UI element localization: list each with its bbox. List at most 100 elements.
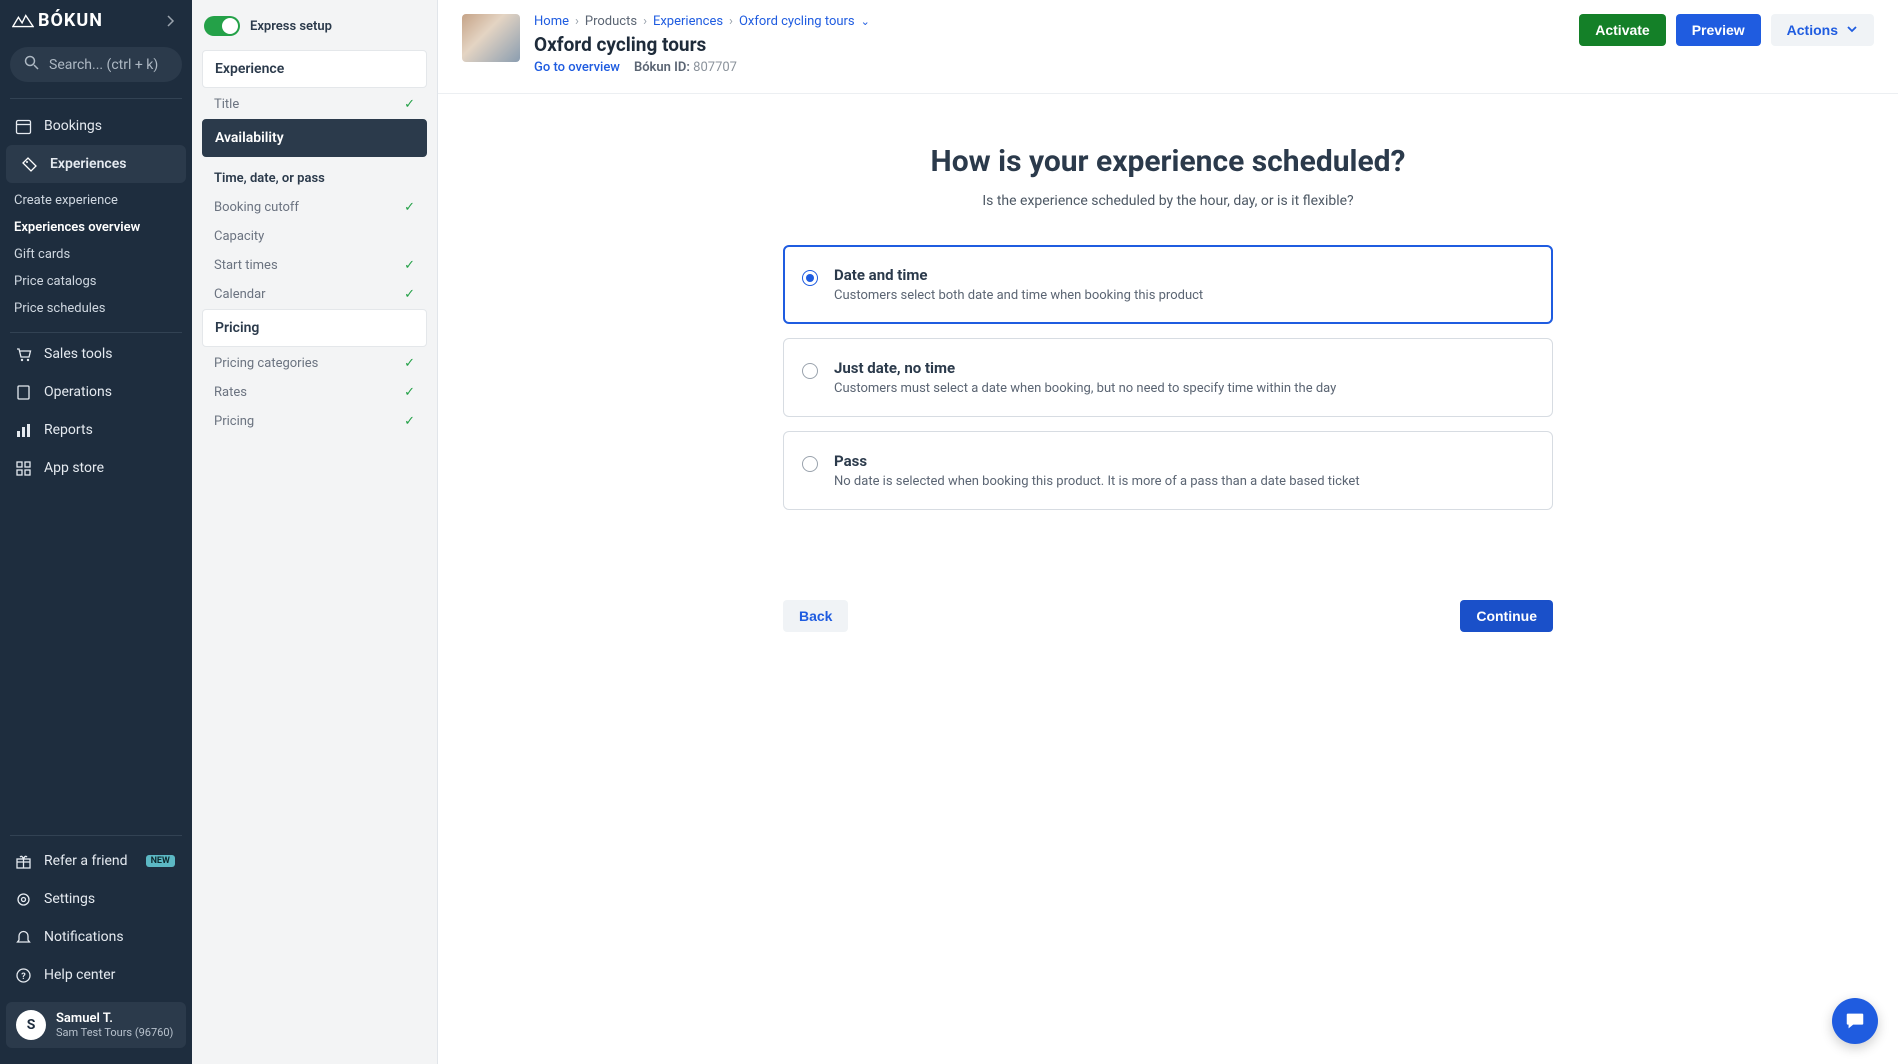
tag-icon [20, 155, 38, 173]
activate-button[interactable]: Activate [1579, 14, 1665, 46]
sidebar-item-app-store[interactable]: App store [0, 449, 192, 487]
actions-button[interactable]: Actions [1771, 14, 1874, 46]
main: Home › Products › Experiences › Oxford c… [438, 0, 1898, 1064]
sidebar-sub-experiences-overview[interactable]: Experiences overview [14, 214, 192, 241]
help-icon: ? [14, 966, 32, 984]
sidebar-item-label: Help center [44, 967, 115, 983]
user-menu[interactable]: S Samuel T. Sam Test Tours (96760) [6, 1002, 186, 1048]
breadcrumb: Home › Products › Experiences › Oxford c… [534, 14, 1565, 29]
setup-group-availability[interactable]: Availability [202, 119, 427, 157]
preview-button[interactable]: Preview [1676, 14, 1761, 46]
radio-icon [802, 456, 818, 472]
option-just-date[interactable]: Just date, no time Customers must select… [783, 338, 1553, 417]
chat-bubble[interactable] [1832, 998, 1878, 1044]
avatar: S [16, 1010, 46, 1040]
setup-item-time-date-pass[interactable]: Time, date, or pass [202, 159, 427, 193]
chevron-down-icon [1846, 22, 1858, 38]
grid-icon [14, 459, 32, 477]
gift-icon [14, 852, 32, 870]
actions-button-label: Actions [1787, 22, 1838, 38]
option-pass[interactable]: Pass No date is selected when booking th… [783, 431, 1553, 510]
setup-item-pricing[interactable]: Pricing ✓ [202, 407, 427, 436]
continue-button[interactable]: Continue [1460, 600, 1553, 632]
breadcrumb-home[interactable]: Home [534, 14, 569, 29]
option-title: Pass [834, 452, 1360, 470]
check-icon: ✓ [404, 97, 415, 112]
check-icon: ✓ [404, 287, 415, 302]
setup-group-pricing[interactable]: Pricing [202, 309, 427, 347]
radio-icon [802, 363, 818, 379]
check-icon: ✓ [404, 200, 415, 215]
sidebar-item-notifications[interactable]: Notifications [0, 918, 192, 956]
sidebar-item-label: Refer a friend [44, 853, 128, 869]
setup-group-experience[interactable]: Experience [202, 50, 427, 88]
check-icon: ✓ [404, 258, 415, 273]
setup-item-title[interactable]: Title ✓ [202, 90, 427, 119]
sidebar-item-label: Operations [44, 384, 112, 400]
sidebar-item-refer[interactable]: Refer a friend NEW [0, 842, 192, 880]
setup-item-start-times[interactable]: Start times ✓ [202, 251, 427, 280]
user-name: Samuel T. [56, 1011, 173, 1026]
setup-panel: Express setup Experience Title ✓ Availab… [192, 0, 438, 1064]
radio-icon [802, 270, 818, 286]
check-icon: ✓ [404, 356, 415, 371]
back-button[interactable]: Back [783, 600, 848, 632]
overview-link[interactable]: Go to overview [534, 60, 620, 75]
option-desc: Customers select both date and time when… [834, 288, 1203, 303]
sidebar-item-label: Notifications [44, 929, 124, 945]
sidebar-item-label: Settings [44, 891, 95, 907]
breadcrumb-products: Products [585, 14, 637, 29]
option-title: Date and time [834, 266, 1203, 284]
badge-new: NEW [146, 855, 175, 867]
breadcrumb-current[interactable]: Oxford cycling tours [739, 14, 855, 29]
option-desc: Customers must select a date when bookin… [834, 381, 1336, 396]
sidebar-sub-price-schedules[interactable]: Price schedules [14, 295, 192, 322]
express-setup-label: Express setup [250, 19, 332, 34]
sidebar-sub-gift-cards[interactable]: Gift cards [14, 241, 192, 268]
sidebar-item-label: Reports [44, 422, 93, 438]
bell-icon [14, 928, 32, 946]
setup-item-capacity[interactable]: Capacity [202, 222, 427, 251]
calendar-icon [14, 117, 32, 135]
setup-item-booking-cutoff[interactable]: Booking cutoff ✓ [202, 193, 427, 222]
experience-thumb [462, 14, 520, 62]
sidebar-item-reports[interactable]: Reports [0, 411, 192, 449]
sidebar-item-label: App store [44, 460, 104, 476]
question-title: How is your experience scheduled? [783, 144, 1553, 179]
search-icon [24, 55, 39, 74]
logo[interactable]: BÓKUN [12, 10, 103, 31]
option-desc: No date is selected when booking this pr… [834, 474, 1360, 489]
chat-icon [1844, 1010, 1866, 1032]
bar-chart-icon [14, 421, 32, 439]
page-title: Oxford cycling tours [534, 33, 1565, 56]
sidebar-item-label: Sales tools [44, 346, 113, 362]
setup-item-rates[interactable]: Rates ✓ [202, 378, 427, 407]
chevron-down-icon[interactable]: ⌄ [861, 15, 870, 28]
breadcrumb-experiences[interactable]: Experiences [653, 14, 723, 29]
sidebar-item-bookings[interactable]: Bookings [0, 107, 192, 145]
bokun-id-label: Bókun ID: [634, 60, 690, 75]
svg-text:?: ? [21, 972, 26, 982]
question-subtitle: Is the experience scheduled by the hour,… [783, 193, 1553, 209]
bokun-id-value: 807707 [693, 60, 737, 75]
sidebar-item-sales-tools[interactable]: Sales tools [0, 335, 192, 373]
setup-item-calendar[interactable]: Calendar ✓ [202, 280, 427, 309]
sidebar-item-experiences[interactable]: Experiences [6, 145, 186, 183]
sidebar-item-operations[interactable]: Operations [0, 373, 192, 411]
collapse-sidebar-icon[interactable] [160, 11, 180, 31]
option-title: Just date, no time [834, 359, 1336, 377]
check-icon: ✓ [404, 385, 415, 400]
sidebar-sub-create-experience[interactable]: Create experience [14, 187, 192, 214]
sidebar-item-label: Experiences [50, 156, 126, 172]
sidebar-item-settings[interactable]: Settings [0, 880, 192, 918]
cart-icon [14, 345, 32, 363]
main-header: Home › Products › Experiences › Oxford c… [438, 0, 1898, 94]
search-placeholder: Search... (ctrl + k) [49, 57, 158, 73]
express-setup-toggle[interactable] [204, 16, 240, 36]
setup-item-pricing-categories[interactable]: Pricing categories ✓ [202, 349, 427, 378]
sidebar-sub-price-catalogs[interactable]: Price catalogs [14, 268, 192, 295]
sidebar-item-label: Bookings [44, 118, 102, 134]
option-date-and-time[interactable]: Date and time Customers select both date… [783, 245, 1553, 324]
search-input[interactable]: Search... (ctrl + k) [10, 47, 182, 82]
sidebar-item-help[interactable]: ? Help center [0, 956, 192, 994]
